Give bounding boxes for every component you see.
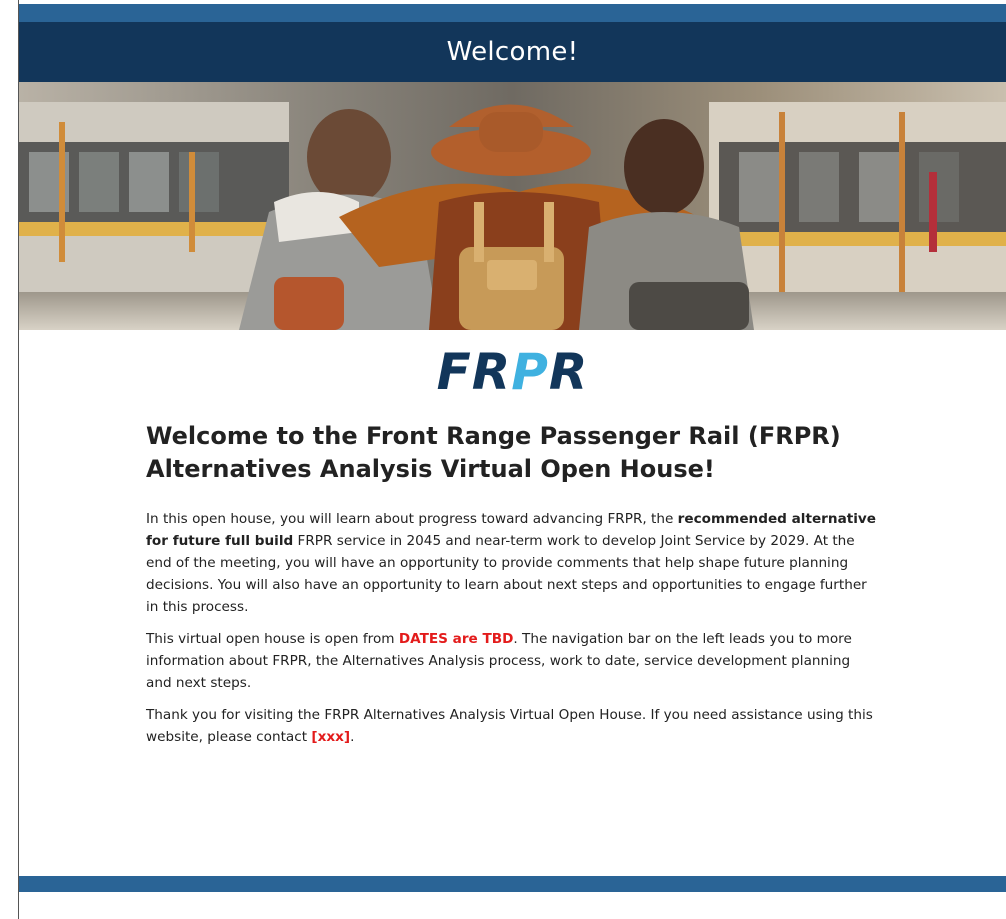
logo-letter-r2: R: [548, 343, 589, 401]
frpr-logo: FRPR: [19, 344, 1006, 400]
welcome-banner: Welcome!: [19, 22, 1006, 82]
dates-paragraph: This virtual open house is open from DAT…: [146, 628, 876, 694]
logo-letter-p: P: [511, 343, 549, 401]
contact-paragraph: Thank you for visiting the FRPR Alternat…: [146, 704, 876, 748]
dates-text-1: This virtual open house is open from: [146, 631, 399, 647]
welcome-title: Welcome!: [446, 37, 579, 67]
main-panel: Welcome! FRPR Welcome to the Front Range…: [19, 0, 1006, 919]
contact-text-1: Thank you for visiting the FRPR Alternat…: [146, 707, 873, 745]
contact-text-2: .: [350, 729, 355, 745]
welcome-content: Welcome to the Front Range Passenger Rai…: [146, 420, 876, 758]
hero-image: [19, 82, 1006, 330]
dates-highlight: DATES are TBD: [398, 631, 514, 647]
logo-letter-f: F: [436, 343, 472, 401]
bottom-accent-strip: [19, 876, 1006, 892]
page-heading: Welcome to the Front Range Passenger Rai…: [146, 422, 841, 483]
hero-photo-travelers: [19, 82, 1006, 330]
left-nav-gutter: [0, 0, 19, 919]
intro-paragraph: In this open house, you will learn about…: [146, 508, 876, 618]
intro-text-1: In this open house, you will learn about…: [146, 511, 678, 527]
logo-letter-r: R: [471, 343, 512, 401]
top-accent-strip: [19, 4, 1006, 22]
contact-highlight: [xxx]: [311, 729, 351, 745]
